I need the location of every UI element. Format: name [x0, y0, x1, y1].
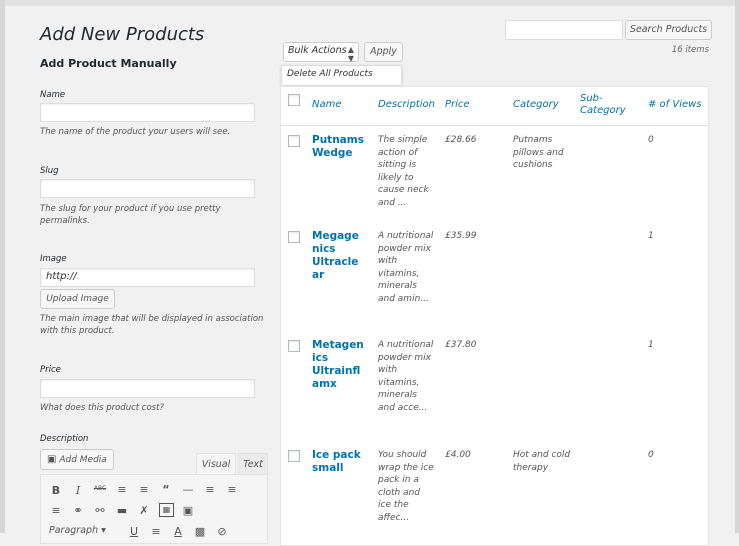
- name-label: Name: [40, 90, 66, 100]
- page-title: Add New Products: [40, 24, 205, 45]
- product-price: £35.99: [445, 231, 477, 241]
- product-views: 0: [648, 135, 654, 145]
- form-heading: Add Product Manually: [40, 57, 177, 70]
- row-checkbox[interactable]: [288, 135, 300, 147]
- product-name-link[interactable]: Ice pack small: [312, 449, 362, 475]
- row-checkbox[interactable]: [288, 340, 300, 352]
- window-left-edge: [0, 0, 5, 533]
- select-all-checkbox[interactable]: [288, 94, 300, 106]
- column-header-price[interactable]: Price: [445, 99, 470, 111]
- read-more-icon[interactable]: ▬: [115, 504, 129, 517]
- name-description: The name of the product your users will …: [40, 127, 231, 137]
- price-label: Price: [40, 365, 61, 375]
- product-description: You should wrap the ice pack in a cloth …: [378, 450, 434, 523]
- slug-input[interactable]: [40, 179, 255, 198]
- bulk-actions-label: Bulk Actions: [288, 45, 347, 56]
- paragraph-format-select[interactable]: Paragraph ▾: [49, 525, 119, 536]
- clear-formatting-icon[interactable]: ⊘: [215, 525, 229, 538]
- insert-image-icon[interactable]: ▣: [181, 504, 195, 517]
- item-count: 16 items: [671, 45, 709, 55]
- search-products-button[interactable]: Search Products: [625, 20, 712, 40]
- bold-icon[interactable]: B: [49, 484, 63, 497]
- search-input[interactable]: [505, 20, 623, 40]
- slug-description: The slug for your product if you use pre…: [40, 204, 221, 226]
- justify-icon[interactable]: ≡: [149, 525, 163, 538]
- column-header-name[interactable]: Name: [312, 99, 342, 111]
- product-price: £28.66: [445, 135, 477, 145]
- product-name-link[interactable]: Megagenics Ultraclear: [312, 230, 360, 282]
- toolbar-toggle-icon[interactable]: ▦: [159, 503, 174, 517]
- name-input[interactable]: [40, 103, 255, 122]
- underline-icon[interactable]: U: [127, 525, 141, 538]
- numbered-list-icon[interactable]: ≡: [137, 483, 151, 496]
- window-right-edge: [735, 0, 739, 533]
- bullet-list-icon[interactable]: ≡: [115, 483, 129, 496]
- upload-image-button[interactable]: Upload Image: [40, 289, 115, 309]
- align-left-icon[interactable]: ≡: [203, 483, 217, 496]
- italic-icon[interactable]: I: [71, 484, 85, 497]
- slug-label: Slug: [40, 166, 59, 176]
- bulk-actions-select[interactable]: Bulk Actions ▲ ▼: [283, 42, 359, 63]
- product-description: A nutritional powder mix with vitamins, …: [378, 231, 434, 304]
- description-label: Description: [40, 434, 89, 444]
- product-price: £37.80: [445, 340, 477, 350]
- column-header-description[interactable]: Description: [378, 99, 435, 111]
- text-color-icon[interactable]: A: [171, 525, 185, 538]
- bulk-option-delete-all[interactable]: Delete All Products: [281, 65, 402, 86]
- product-views: 1: [648, 231, 654, 241]
- price-input[interactable]: [40, 379, 255, 398]
- apply-button[interactable]: Apply: [364, 42, 403, 62]
- align-center-icon[interactable]: ≡: [225, 483, 239, 496]
- image-url-input[interactable]: http://: [40, 268, 255, 287]
- editor-toolbar: B I ABC ≡ ≡ “ — ≡ ≡ ≡ ⚭ ⚯ ▬ ✗ ▦ ▣ Paragr…: [40, 474, 268, 544]
- product-views: 1: [648, 340, 654, 350]
- products-table: Name Description Price Category Sub-Cate…: [280, 86, 709, 546]
- link-icon[interactable]: ⚭: [71, 504, 85, 517]
- product-description: A nutritional powder mix with vitamins, …: [378, 340, 434, 413]
- image-label: Image: [40, 254, 67, 264]
- product-views: 0: [648, 450, 654, 460]
- product-price: £4.00: [445, 450, 471, 460]
- product-category: Hot and cold therapy: [513, 450, 571, 473]
- media-icon: ▣: [47, 454, 57, 465]
- row-checkbox[interactable]: [288, 231, 300, 243]
- image-description: The main image that will be displayed in…: [40, 314, 264, 336]
- horizontal-line-icon[interactable]: —: [181, 483, 195, 496]
- header-separator: [281, 125, 708, 126]
- select-arrows-icon: ▲ ▼: [347, 45, 354, 63]
- column-header-views[interactable]: # of Views: [648, 99, 702, 111]
- column-header-category[interactable]: Category: [513, 99, 559, 111]
- product-category: Putnams pillows and cushions: [513, 135, 564, 170]
- add-media-button[interactable]: ▣ Add Media: [40, 449, 114, 470]
- row-checkbox[interactable]: [288, 450, 300, 462]
- product-name-link[interactable]: Metagenics Ultrainflamx: [312, 339, 366, 391]
- tab-text[interactable]: Text: [238, 453, 268, 475]
- product-description: The simple action of sitting is likely t…: [378, 135, 429, 208]
- column-header-subcategory[interactable]: Sub-Category: [580, 93, 630, 117]
- window-top-edge: [0, 0, 739, 6]
- tab-visual[interactable]: Visual: [196, 453, 236, 475]
- fullscreen-icon[interactable]: ✗: [137, 504, 151, 517]
- blockquote-icon[interactable]: “: [159, 483, 173, 496]
- unlink-icon[interactable]: ⚯: [93, 504, 107, 517]
- add-media-label: Add Media: [59, 455, 107, 465]
- paste-text-icon[interactable]: ▩: [193, 525, 207, 538]
- strikethrough-icon[interactable]: ABC: [93, 485, 107, 492]
- price-description: What does this product cost?: [40, 403, 164, 413]
- align-right-icon[interactable]: ≡: [49, 504, 63, 517]
- product-name-link[interactable]: Putnams Wedge: [312, 134, 367, 160]
